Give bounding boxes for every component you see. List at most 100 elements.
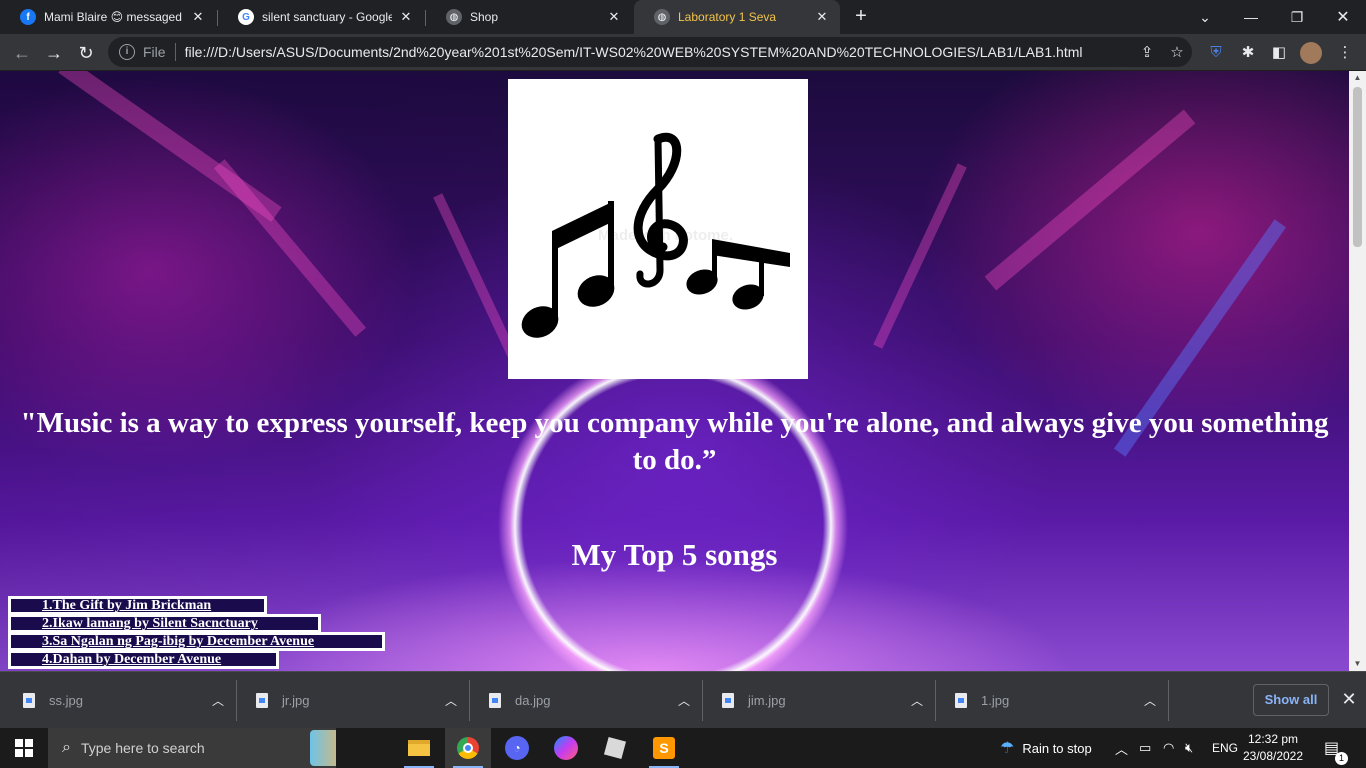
tray-overflow-icon[interactable]: ︿ xyxy=(1115,728,1128,768)
info-icon[interactable]: i xyxy=(119,44,135,60)
scheme-label: File xyxy=(143,44,166,60)
notification-badge: 1 xyxy=(1335,752,1348,765)
messenger-app[interactable] xyxy=(543,728,589,768)
minimize-button[interactable]: — xyxy=(1228,0,1274,34)
song-item-3[interactable]: 3.Sa Ngalan ng Pag-ibig by December Aven… xyxy=(8,632,385,651)
image-file-icon xyxy=(23,693,35,708)
image-file-icon xyxy=(722,693,734,708)
new-tab-button[interactable]: + xyxy=(850,5,872,27)
roblox-app[interactable] xyxy=(592,728,638,768)
song-item-4[interactable]: 4.Dahan by December Avenue xyxy=(8,650,279,669)
tab-laboratory[interactable]: ◍ Laboratory 1 Seva ✕ xyxy=(634,0,840,34)
weather-widget[interactable]: ☂ Rain to stop xyxy=(1000,728,1092,768)
tab-search-button[interactable]: ⌄ xyxy=(1182,0,1228,34)
close-icon[interactable]: ✕ xyxy=(190,9,206,25)
neon-stripe xyxy=(873,163,967,349)
windows-taskbar: ⌕ Type here to search ◔ S ☂ Rain to stop… xyxy=(0,728,1366,768)
top-songs-heading: My Top 5 songs xyxy=(571,537,778,572)
shield-extension-icon[interactable]: ⛨ xyxy=(1205,42,1227,64)
side-panel-icon[interactable]: ◧ xyxy=(1268,42,1290,64)
taskbar-clock[interactable]: 12:32 pm 23/08/2022 xyxy=(1238,731,1308,765)
download-item[interactable]: da.jpg ︿ xyxy=(466,672,699,729)
taskbar-search-box[interactable]: ⌕ Type here to search xyxy=(48,728,336,768)
tab-title: Laboratory 1 Seva xyxy=(678,10,777,24)
sublime-icon: S xyxy=(653,737,675,759)
music-quote: "Music is a way to express yourself, kee… xyxy=(20,407,1329,476)
download-filename: da.jpg xyxy=(515,693,551,708)
sublime-text-app[interactable]: S xyxy=(641,728,687,768)
close-icon[interactable]: ✕ xyxy=(398,9,414,25)
tab-title: silent sanctuary - Google S xyxy=(262,10,392,24)
image-file-icon xyxy=(256,693,268,708)
tab-strip: f Mami Blaire 😊 messaged ... ✕ G silent … xyxy=(0,0,1366,34)
download-item[interactable]: jr.jpg ︿ xyxy=(233,672,466,729)
scroll-up-arrow[interactable]: ▲ xyxy=(1349,71,1366,85)
neon-stripe xyxy=(984,109,1196,291)
facebook-icon: f xyxy=(20,9,36,25)
share-icon[interactable]: ⇪ xyxy=(1132,43,1162,61)
tab-shop[interactable]: ◍ Shop ✕ xyxy=(426,0,632,34)
bookmark-star-icon[interactable]: ☆ xyxy=(1162,43,1192,61)
menu-kebab-icon[interactable]: ⋮ xyxy=(1334,42,1356,64)
page-scrollbar[interactable]: ▲ ▼ xyxy=(1349,71,1366,671)
file-explorer-app[interactable] xyxy=(396,728,442,768)
chevron-up-icon[interactable]: ︿ xyxy=(902,692,932,709)
tab-facebook[interactable]: f Mami Blaire 😊 messaged ... ✕ xyxy=(0,0,216,34)
scrollbar-thumb[interactable] xyxy=(1353,87,1362,247)
start-button[interactable] xyxy=(0,728,48,768)
close-icon[interactable]: ✕ xyxy=(814,9,830,25)
download-item[interactable]: ss.jpg ︿ xyxy=(0,672,233,729)
profile-avatar[interactable] xyxy=(1300,42,1322,64)
neon-stripe xyxy=(213,159,367,337)
address-bar[interactable]: i File file:///D:/Users/ASUS/Documents/2… xyxy=(108,37,1192,67)
image-file-icon xyxy=(489,693,501,708)
close-window-button[interactable]: ✕ xyxy=(1320,0,1366,34)
download-divider xyxy=(1168,680,1169,721)
search-placeholder: Type here to search xyxy=(80,740,205,756)
tab-google-search[interactable]: G silent sanctuary - Google S ✕ xyxy=(218,0,424,34)
chrome-app[interactable] xyxy=(445,728,491,768)
logo-watermark: Made with Fotome. xyxy=(598,227,733,244)
song-item-2[interactable]: 2.Ikaw lamang by Silent Sacnctuary xyxy=(8,614,321,633)
chevron-up-icon[interactable]: ︿ xyxy=(436,692,466,709)
show-all-downloads-button[interactable]: Show all xyxy=(1253,684,1329,716)
downloads-bar: ss.jpg ︿ jr.jpg ︿ da.jpg ︿ jim.jpg ︿ 1.j… xyxy=(0,671,1366,728)
windows-logo-icon xyxy=(15,739,33,757)
clock-time: 12:32 pm xyxy=(1247,732,1299,746)
globe-icon: ◍ xyxy=(654,9,670,25)
chevron-up-icon[interactable]: ︿ xyxy=(1135,692,1165,709)
forward-button[interactable]: → xyxy=(40,39,68,67)
language-indicator[interactable]: ENG xyxy=(1212,728,1238,768)
messenger-icon xyxy=(554,736,578,760)
umbrella-rain-icon: ☂ xyxy=(1000,740,1015,757)
globe-icon: ◍ xyxy=(446,9,462,25)
song-item-1[interactable]: 1.The Gift by Jim Brickman xyxy=(8,596,267,615)
discord-app[interactable]: ◔ xyxy=(494,728,540,768)
scroll-down-arrow[interactable]: ▼ xyxy=(1349,657,1366,671)
browser-toolbar: ← → ↻ i File file:///D:/Users/ASUS/Docum… xyxy=(0,34,1366,71)
close-downloads-icon[interactable]: ✕ xyxy=(1338,688,1360,710)
search-highlight-illustration xyxy=(310,730,336,766)
image-file-icon xyxy=(955,693,967,708)
clock-date: 23/08/2022 xyxy=(1242,749,1304,763)
chevron-up-icon[interactable]: ︿ xyxy=(203,692,233,709)
wifi-icon[interactable]: ◠ xyxy=(1163,728,1174,768)
extensions-puzzle-icon[interactable]: ✱ xyxy=(1237,42,1259,64)
download-filename: jr.jpg xyxy=(282,693,310,708)
volume-muted-icon[interactable]: 🔇︎ xyxy=(1185,728,1193,768)
notifications-button[interactable]: ▤ 1 xyxy=(1324,728,1348,768)
chrome-icon xyxy=(457,737,479,759)
chevron-up-icon[interactable]: ︿ xyxy=(669,692,699,709)
download-item[interactable]: jim.jpg ︿ xyxy=(699,672,932,729)
google-icon: G xyxy=(238,9,254,25)
reload-button[interactable]: ↻ xyxy=(72,39,100,67)
close-icon[interactable]: ✕ xyxy=(606,9,622,25)
restore-button[interactable]: ❐ xyxy=(1274,0,1320,34)
download-filename: ss.jpg xyxy=(49,693,83,708)
download-filename: 1.jpg xyxy=(981,693,1010,708)
discord-icon: ◔ xyxy=(505,736,529,760)
back-button[interactable]: ← xyxy=(8,39,36,67)
url-text[interactable]: file:///D:/Users/ASUS/Documents/2nd%20ye… xyxy=(185,44,1132,60)
download-item[interactable]: 1.jpg ︿ xyxy=(932,672,1165,729)
battery-icon[interactable]: ▭ xyxy=(1139,728,1151,768)
